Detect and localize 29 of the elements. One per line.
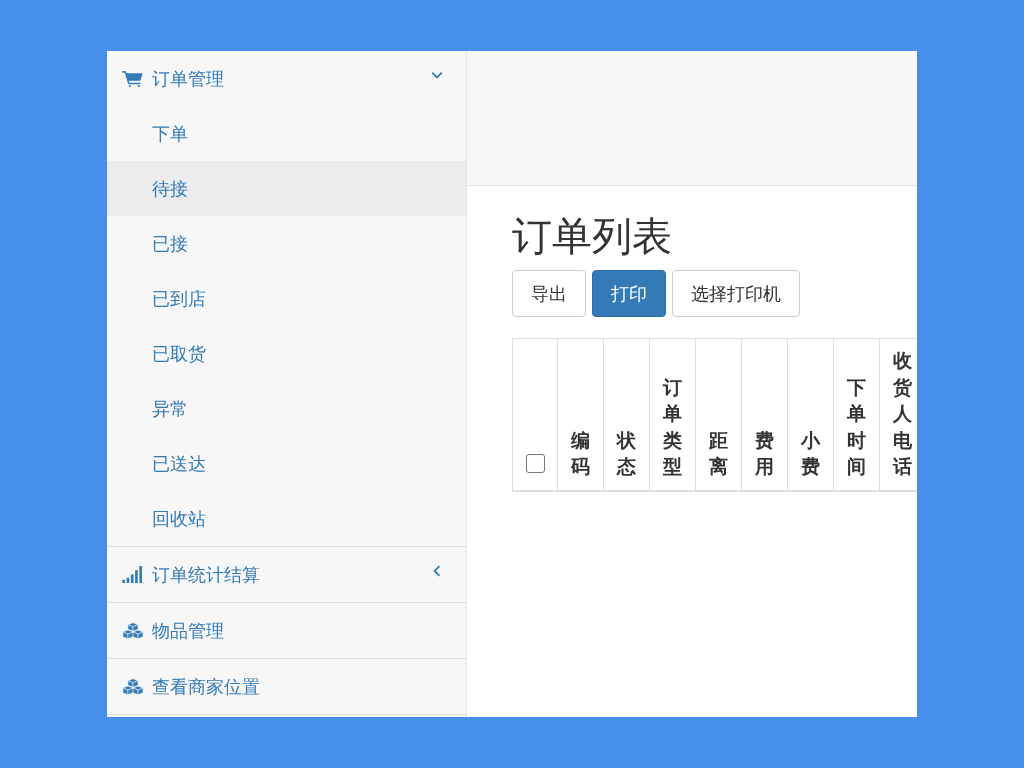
menu-item[interactable]: 回收站 <box>107 491 466 546</box>
menu-item[interactable]: 已到店 <box>107 271 466 326</box>
column-header: 编码 <box>571 427 590 480</box>
column-header: 费用 <box>755 427 774 480</box>
menu-item[interactable]: 已取货 <box>107 326 466 381</box>
column-header: 收货人电话 <box>893 348 912 480</box>
menu-item[interactable]: 已接 <box>107 216 466 271</box>
signal-bars-icon <box>122 566 144 583</box>
toolbar-button[interactable]: 打印 <box>592 270 666 317</box>
menu-item[interactable]: 待接 <box>107 161 466 216</box>
cart-icon <box>122 70 144 87</box>
column-header: 状态 <box>617 427 636 480</box>
menu-item[interactable]: 异常 <box>107 381 466 436</box>
column-header: 订单类型 <box>663 374 682 480</box>
menu-group[interactable]: 订单管理 <box>107 51 466 106</box>
cubes-icon <box>122 622 144 639</box>
column-header: 下单时间 <box>847 374 866 480</box>
column-header: 小费 <box>801 427 820 480</box>
toolbar-button[interactable]: 导出 <box>512 270 586 317</box>
toolbar-button[interactable]: 选择打印机 <box>672 270 800 317</box>
menu-item[interactable]: 已送达 <box>107 436 466 491</box>
select-all-checkbox[interactable] <box>525 453 545 473</box>
menu-group[interactable]: 查看商家位置 <box>107 659 466 714</box>
column-header: 距离 <box>709 427 728 480</box>
page-title: 订单列表 <box>512 212 673 261</box>
cubes-icon <box>122 678 144 695</box>
menu-group[interactable]: 订单统计结算 <box>107 547 466 602</box>
menu-item[interactable]: 下单 <box>107 106 466 161</box>
menu-group[interactable]: 物品管理 <box>107 603 466 658</box>
